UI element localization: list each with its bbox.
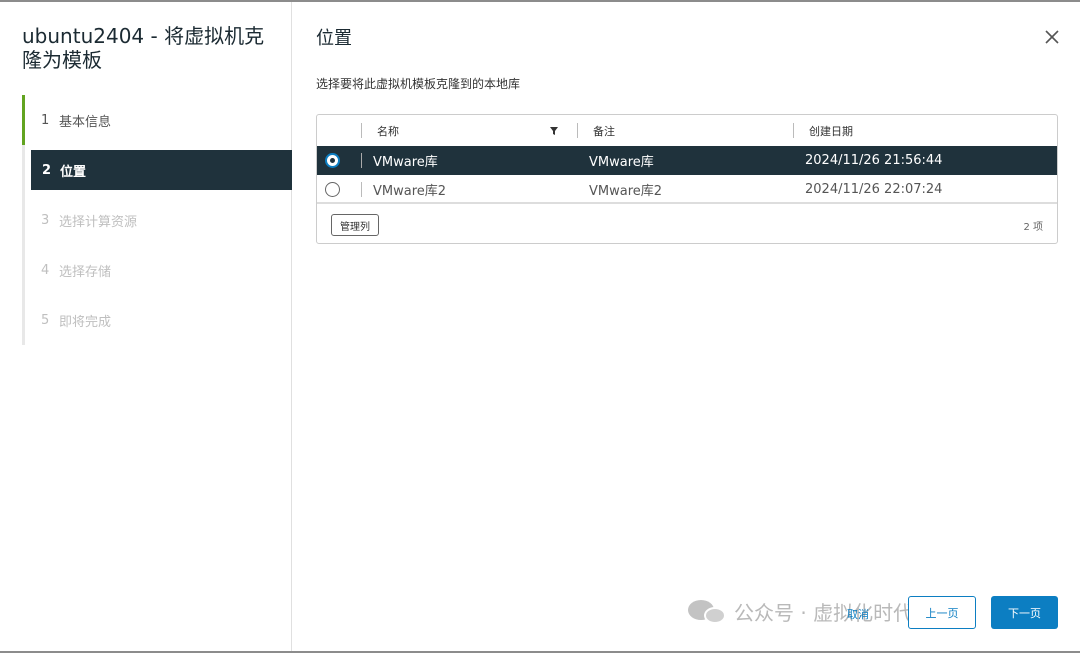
next-button[interactable]: 下一页 (991, 596, 1058, 629)
wizard-footer: 公众号 · 虚拟化时代君 取消 上一页 下一页 (293, 587, 1080, 637)
wizard-step-compute-resource: 3 选择计算资源 (25, 195, 292, 245)
wizard-step-ready-to-complete: 5 即将完成 (25, 295, 292, 345)
manage-columns-button[interactable]: 管理列 (331, 214, 379, 236)
column-header-notes[interactable]: 备注 (593, 115, 615, 146)
watermark-text: 公众号 · 虚拟化时代君 (734, 601, 934, 625)
step-number: 3 (41, 212, 50, 228)
row-radio[interactable] (325, 146, 340, 175)
wechat-logo-icon (688, 598, 728, 626)
column-header-name[interactable]: 名称 (377, 115, 399, 146)
step-label: 选择计算资源 (59, 214, 138, 230)
wizard-step-basic-info[interactable]: 1 基本信息 (22, 95, 292, 145)
wizard-sidebar: ubuntu2404 - 将虚拟机克隆为模板 1 基本信息 2 位置 3 选择计… (0, 2, 292, 651)
row-radio[interactable] (325, 175, 340, 204)
cell-name: VMware库2 (373, 184, 447, 199)
wizard-step-storage: 4 选择存储 (25, 245, 292, 295)
step-label: 位置 (60, 164, 87, 180)
table-header: 名称 备注 创建日期 (317, 115, 1057, 146)
filter-button[interactable] (549, 115, 559, 146)
column-separator[interactable] (361, 123, 362, 138)
watermark: 公众号 · 虚拟化时代君 (688, 597, 933, 626)
filter-icon (550, 126, 558, 135)
table-row[interactable]: VMware库 VMware库 2024/11/26 21:56:44 (317, 146, 1057, 175)
step-number: 4 (41, 262, 50, 278)
step-number: 5 (41, 312, 50, 328)
step-label: 基本信息 (59, 114, 112, 130)
step-number: 2 (42, 162, 52, 178)
wizard-step-location[interactable]: 2 位置 (31, 150, 292, 190)
column-header-created[interactable]: 创建日期 (809, 115, 853, 146)
cell-created: 2024/11/26 21:56:44 (805, 153, 943, 168)
page-title: 位置 (316, 28, 352, 49)
cell-notes: VMware库2 (589, 184, 663, 199)
table-footer: 管理列 2 项 (317, 206, 1057, 244)
cell-name: VMware库 (373, 155, 438, 170)
cancel-button[interactable]: 取消 (847, 606, 869, 622)
library-table: 名称 备注 创建日期 VMware库 VMware库 2024/11/26 21… (316, 114, 1058, 244)
cell-created: 2024/11/26 22:07:24 (805, 182, 943, 197)
step-number: 1 (41, 112, 50, 128)
table-row[interactable]: VMware库2 VMware库2 2024/11/26 22:07:24 (317, 175, 1057, 204)
cell-notes: VMware库 (589, 155, 654, 170)
column-separator[interactable] (577, 123, 578, 138)
page-subtitle: 选择要将此虚拟机模板克隆到的本地库 (316, 77, 521, 91)
wizard-steps: 1 基本信息 2 位置 3 选择计算资源 4 选择存储 5 即将完成 (22, 95, 292, 345)
step-label: 即将完成 (59, 314, 112, 330)
column-separator[interactable] (793, 123, 794, 138)
column-separator (361, 153, 362, 168)
wizard-main: 位置 选择要将此虚拟机模板克隆到的本地库 名称 备注 创建日期 VMware库 … (293, 2, 1080, 651)
close-icon (1045, 30, 1059, 44)
radio-unselected[interactable] (325, 182, 340, 197)
wizard-title: ubuntu2404 - 将虚拟机克隆为模板 (22, 24, 265, 72)
dialog-frame: ubuntu2404 - 将虚拟机克隆为模板 1 基本信息 2 位置 3 选择计… (0, 0, 1080, 653)
item-count: 2 项 (1023, 222, 1043, 233)
close-button[interactable] (1043, 28, 1061, 46)
column-separator (361, 182, 362, 197)
step-label: 选择存储 (59, 264, 112, 280)
radio-selected[interactable] (325, 153, 340, 168)
back-button[interactable]: 上一页 (908, 596, 976, 629)
